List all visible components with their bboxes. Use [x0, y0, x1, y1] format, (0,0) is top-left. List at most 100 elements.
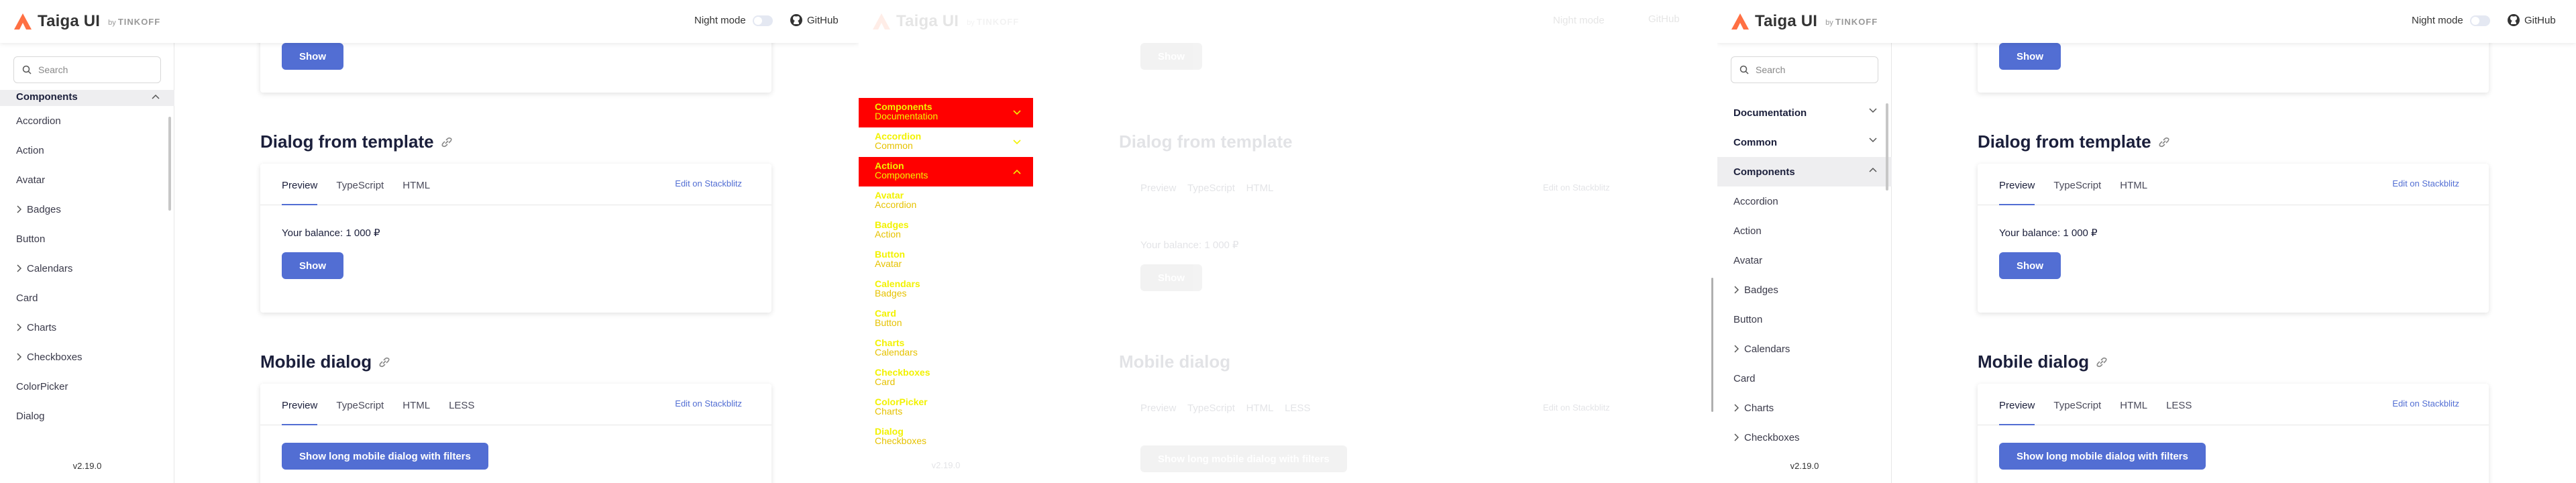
- tab-html[interactable]: HTML: [2120, 180, 2147, 205]
- overlay-nav-item: Badges Action: [859, 216, 1033, 246]
- sidebar-item[interactable]: Checkboxes: [0, 342, 174, 372]
- sidebar-item[interactable]: Checkboxes: [1717, 423, 1892, 452]
- edit-stackblitz-link[interactable]: Edit on Stackblitz: [2392, 178, 2459, 189]
- link-icon[interactable]: [2094, 355, 2109, 370]
- sidebar-item[interactable]: Button: [1717, 305, 1892, 334]
- link-icon[interactable]: [2157, 135, 2171, 150]
- overlay-label: Documentation: [875, 111, 938, 121]
- tab-preview[interactable]: Preview: [1999, 400, 2035, 425]
- tab-less[interactable]: LESS: [2166, 400, 2192, 425]
- top-header: Taiga UI by TINKOFF Night mode GitHub: [0, 0, 859, 43]
- chevron-up-icon: [1869, 167, 1877, 172]
- demo-tabs: Preview TypeScript HTML LESS Edit on Sta…: [1978, 384, 2489, 425]
- sidebar-item[interactable]: Badges: [0, 195, 174, 224]
- overlay-nav-item: Action Components: [859, 157, 1033, 186]
- tab-preview[interactable]: Preview: [282, 400, 318, 425]
- edit-stackblitz-link[interactable]: Edit on Stackblitz: [675, 398, 742, 409]
- night-mode-toggle[interactable]: [2469, 15, 2490, 26]
- sidebar-item[interactable]: Action: [0, 136, 174, 165]
- section-title-mobile-dialog: Mobile dialog: [1978, 352, 2109, 372]
- github-link[interactable]: GitHub: [790, 13, 839, 27]
- github-link[interactable]: GitHub: [2507, 13, 2556, 27]
- sidebar-item[interactable]: Button: [0, 224, 174, 254]
- github-icon: [790, 14, 802, 26]
- sidebar-scrollbar[interactable]: [1886, 103, 1888, 191]
- sidebar-group-components[interactable]: Components: [1717, 157, 1892, 186]
- overlay-label: Card: [875, 376, 896, 387]
- chevron-right-icon: [1733, 286, 1739, 294]
- night-mode-toggle[interactable]: [752, 15, 773, 26]
- tab-typescript[interactable]: TypeScript: [2053, 180, 2101, 205]
- tab-html[interactable]: HTML: [402, 180, 430, 205]
- sidebar-item[interactable]: Action: [1717, 216, 1892, 246]
- tab-html[interactable]: HTML: [2120, 400, 2147, 425]
- top-header: Taiga UI by TINKOFF Night mode GitHub: [1717, 0, 2576, 43]
- sidebar-group-documentation[interactable]: Documentation: [1717, 98, 1892, 127]
- sidebar-item-label: Avatar: [16, 174, 46, 186]
- sidebar-item[interactable]: Charts: [1717, 393, 1892, 423]
- overlay-label: Action: [875, 229, 901, 239]
- tab-preview[interactable]: Preview: [282, 180, 318, 205]
- sidebar-item-label: Calendars: [1744, 343, 1790, 355]
- search-input[interactable]: Search: [13, 56, 161, 83]
- ghost-top-button: Show: [1140, 43, 1202, 70]
- sidebar-item-label: Card: [16, 292, 38, 304]
- dialog-template-card: Preview TypeScript HTML Edit on Stackbli…: [260, 164, 771, 313]
- section-title-dialog-template: Dialog from template: [1978, 131, 2171, 152]
- sidebar-item[interactable]: Avatar: [0, 165, 174, 195]
- sidebar-item[interactable]: Dialog: [0, 401, 174, 431]
- sidebar-item[interactable]: Badges: [1717, 275, 1892, 305]
- tab-preview[interactable]: Preview: [1999, 180, 2035, 205]
- show-button[interactable]: Show: [1999, 43, 2061, 70]
- link-icon[interactable]: [377, 355, 392, 370]
- sidebar-item[interactable]: Charts: [0, 313, 174, 342]
- show-mobile-dialog-button[interactable]: Show long mobile dialog with filters: [1999, 443, 2206, 470]
- ghost-show-button: Show: [1140, 264, 1202, 291]
- overlay-label: Dialog: [875, 426, 904, 437]
- sidebar-item[interactable]: Calendars: [0, 254, 174, 283]
- sidebar-item[interactable]: Accordion: [0, 106, 174, 136]
- overlay-label: Button: [875, 249, 906, 260]
- show-button[interactable]: Show: [282, 43, 343, 70]
- sidebar-scrollbar[interactable]: [168, 117, 171, 211]
- logo: Taiga UI by TINKOFF: [872, 12, 1019, 31]
- tab-typescript[interactable]: TypeScript: [336, 400, 384, 425]
- mobile-dialog-card: Preview TypeScript HTML LESS Edit on Sta…: [260, 384, 771, 483]
- edit-stackblitz-link[interactable]: Edit on Stackblitz: [2392, 398, 2459, 409]
- overlay-nav-item: Calendars Badges: [859, 275, 1033, 305]
- overlay-nav-item: Button Avatar: [859, 246, 1033, 275]
- night-mode[interactable]: Night mode: [2412, 15, 2490, 26]
- night-mode[interactable]: Night mode: [694, 15, 773, 26]
- night-mode: Night mode: [1553, 15, 1605, 26]
- github-icon: [2508, 14, 2520, 26]
- show-button[interactable]: Show: [1999, 252, 2061, 279]
- show-mobile-dialog-button[interactable]: Show long mobile dialog with filters: [282, 443, 488, 470]
- sidebar-item-label: Badges: [1744, 284, 1778, 296]
- logo[interactable]: Taiga UI by TINKOFF: [13, 12, 160, 31]
- sidebar-item[interactable]: Calendars: [1717, 334, 1892, 364]
- sidebar-item[interactable]: ColorPicker: [0, 372, 174, 401]
- overlay-label: Card: [875, 308, 896, 319]
- tab-less[interactable]: LESS: [449, 400, 474, 425]
- logo[interactable]: Taiga UI by TINKOFF: [1731, 12, 1878, 31]
- sidebar-group-components[interactable]: Components: [0, 90, 174, 106]
- logo-by: by TINKOFF: [108, 16, 161, 27]
- show-button[interactable]: Show: [282, 252, 343, 279]
- github-link: GitHub: [1648, 13, 1680, 25]
- sidebar-item[interactable]: Card: [0, 283, 174, 313]
- chevron-right-icon: [1733, 433, 1739, 441]
- sidebar-item[interactable]: Accordion: [1717, 186, 1892, 216]
- search-input[interactable]: Search: [1731, 56, 1878, 83]
- link-icon[interactable]: [439, 135, 454, 150]
- chevron-down-icon: [1013, 137, 1021, 146]
- tab-html[interactable]: HTML: [402, 400, 430, 425]
- tab-typescript[interactable]: TypeScript: [336, 180, 384, 205]
- sidebar-item[interactable]: Card: [1717, 364, 1892, 393]
- overlay-label: Button: [875, 317, 902, 328]
- edit-stackblitz-link[interactable]: Edit on Stackblitz: [675, 178, 742, 189]
- sidebar-item[interactable]: Avatar: [1717, 246, 1892, 275]
- dialog-template-card: Preview TypeScript HTML Edit on Stackbli…: [1978, 164, 2489, 313]
- sidebar-group-common[interactable]: Common: [1717, 127, 1892, 157]
- taiga-logo-icon: [873, 13, 890, 30]
- tab-typescript[interactable]: TypeScript: [2053, 400, 2101, 425]
